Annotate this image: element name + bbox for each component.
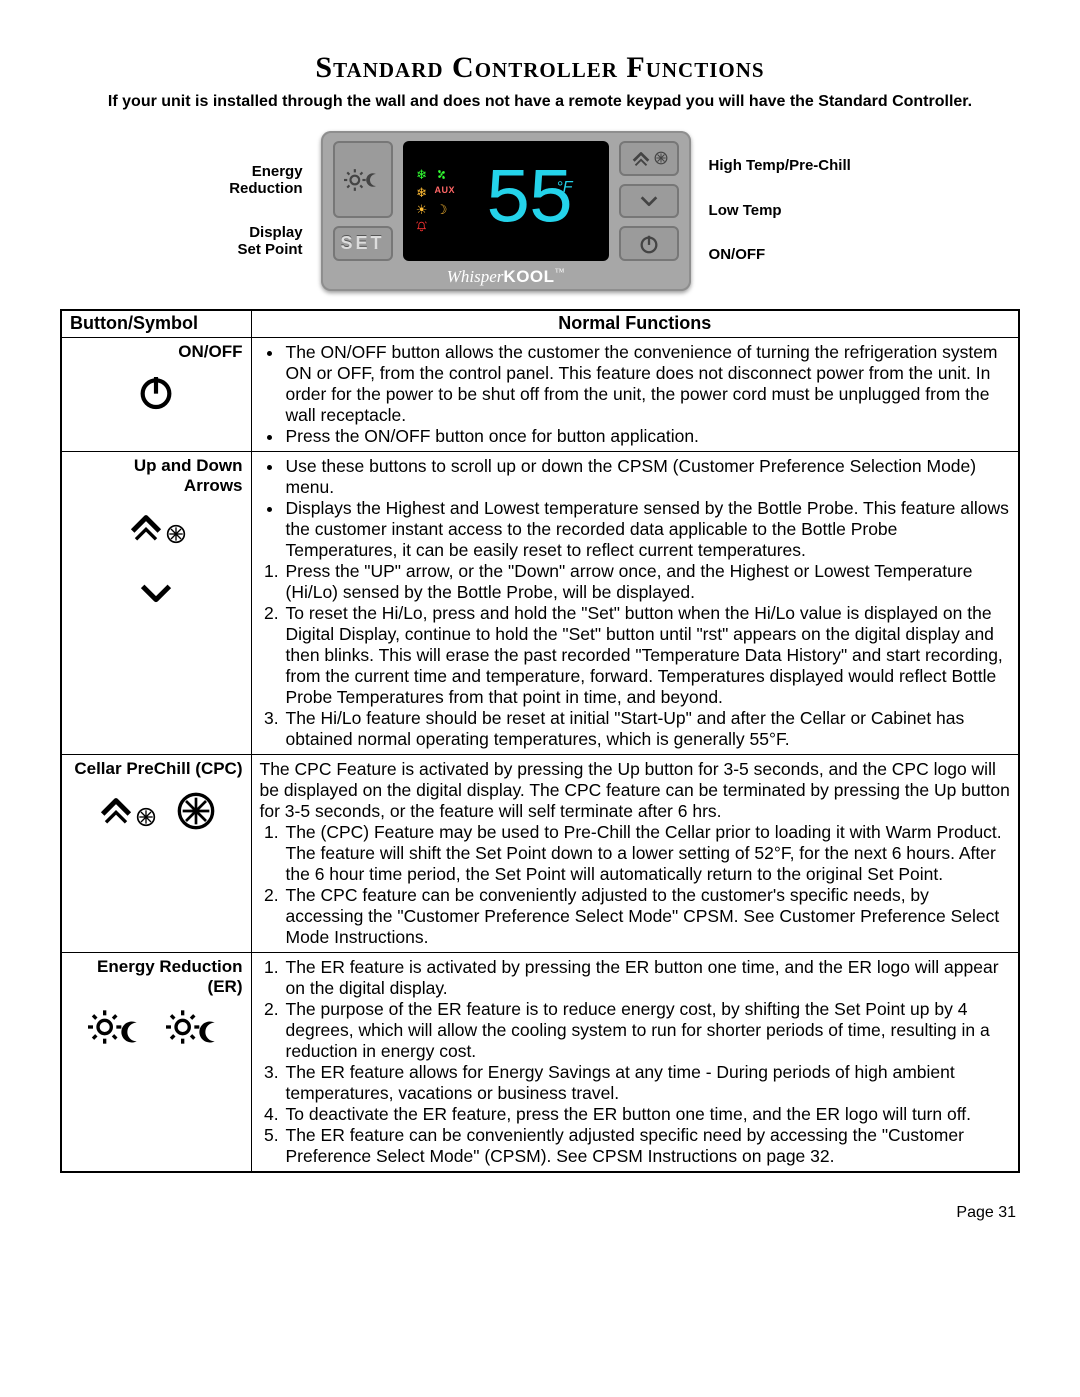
list-item: The (CPC) Feature may be used to Pre-Chi…: [284, 822, 1011, 885]
snow-icon: [654, 151, 668, 165]
chevron-down-icon: [136, 573, 176, 613]
brand-label: WhisperKOOL™: [333, 267, 679, 287]
list-item: The ER feature allows for Energy Savings…: [284, 1062, 1011, 1104]
page-title: Standard Controller Functions: [60, 50, 1020, 86]
set-button[interactable]: SET: [333, 226, 393, 261]
row-paragraph: The CPC Feature is activated by pressing…: [260, 759, 1011, 822]
list-item: To deactivate the ER feature, press the …: [284, 1104, 1011, 1125]
list-item: Use these buttons to scroll up or down t…: [284, 456, 1011, 498]
list-item: The ER feature is activated by pressing …: [284, 957, 1011, 999]
functions-table: Button/Symbol Normal Functions ON/OFF Th…: [60, 309, 1020, 1173]
er-button[interactable]: [333, 141, 393, 218]
fan-icon: [435, 168, 449, 181]
table-row: Cellar PreChill (CPC) The CPC Feature is…: [61, 754, 1019, 952]
list-item: Displays the Highest and Lowest temperat…: [284, 498, 1011, 561]
intro-text: If your unit is installed through the wa…: [60, 92, 1020, 111]
chevron-up-icon: [126, 505, 186, 553]
indicator-grid: ❄ ❄ AUX ☀ ☽: [415, 168, 449, 234]
moon-icon: ☽: [435, 203, 449, 216]
moon-icon: [196, 1018, 224, 1046]
page-number: Page 31: [60, 1203, 1020, 1222]
row-title-cpc: Cellar PreChill (CPC): [70, 759, 243, 779]
alarm-icon: [415, 220, 429, 233]
controller-screen: ❄ ❄ AUX ☀ ☽ 55 °F: [403, 141, 609, 261]
snow-icon: ❄: [415, 186, 429, 199]
sun-moon-bold-icon: [166, 1006, 224, 1054]
sun-icon: ☀: [415, 203, 429, 216]
table-row: Up and DownArrows Use these buttons to s…: [61, 451, 1019, 754]
figure-labels-right: High Temp/Pre-Chill Low Temp ON/OFF: [709, 158, 851, 264]
snow-icon: ❄: [415, 168, 429, 181]
list-item: The Hi/Lo feature should be reset at ini…: [284, 708, 1011, 750]
moon-icon: [364, 171, 382, 189]
list-item: The purpose of the ER feature is to redu…: [284, 999, 1011, 1062]
power-icon: [136, 372, 176, 412]
table-row: Energy Reduction(ER) The ER feature is a…: [61, 952, 1019, 1172]
chevron-down-icon: [638, 190, 660, 212]
list-item: The ER feature can be conveniently adjus…: [284, 1125, 1011, 1167]
list-item: Press the ON/OFF button once for button …: [284, 426, 1011, 447]
label-low-temp: Low Temp: [709, 203, 851, 220]
label-high-temp: High Temp/Pre-Chill: [709, 158, 851, 175]
label-display-setpoint: DisplaySet Point: [229, 225, 302, 258]
col-header-symbol: Button/Symbol: [61, 310, 251, 337]
label-energy-reduction: EnergyReduction: [229, 164, 302, 197]
temperature-readout: 55 °F: [459, 162, 597, 240]
figure-labels-left: EnergyReduction DisplaySet Point: [229, 164, 302, 258]
sun-moon-icon: [88, 1006, 146, 1054]
label-onoff: ON/OFF: [709, 247, 851, 264]
unit-label: °F: [556, 180, 572, 196]
chevron-up-icon: [630, 147, 652, 169]
chevron-up-icon: [96, 787, 156, 835]
moon-icon: [118, 1018, 146, 1046]
snow-icon: [136, 807, 156, 827]
controller-panel: SET ❄ ❄ AUX ☀ ☽ 55: [321, 131, 691, 291]
power-icon: [638, 233, 660, 255]
col-header-functions: Normal Functions: [251, 310, 1019, 337]
list-item: Press the "UP" arrow, or the "Down" arro…: [284, 561, 1011, 603]
row-title-er: Energy Reduction(ER): [70, 957, 243, 998]
row-title-onoff: ON/OFF: [70, 342, 243, 362]
row-title-arrows: Up and DownArrows: [70, 456, 243, 497]
down-button[interactable]: [619, 184, 679, 219]
table-row: ON/OFF The ON/OFF button allows the cust…: [61, 337, 1019, 451]
list-item: The CPC feature can be conveniently adju…: [284, 885, 1011, 948]
snow-badge-icon: [176, 791, 216, 831]
snow-icon: [166, 524, 186, 544]
controller-figure: EnergyReduction DisplaySet Point SET ❄ ❄…: [60, 131, 1020, 291]
list-item: To reset the Hi/Lo, press and hold the "…: [284, 603, 1011, 708]
power-button[interactable]: [619, 226, 679, 261]
up-button[interactable]: [619, 141, 679, 176]
list-item: The ON/OFF button allows the customer th…: [284, 342, 1011, 426]
aux-indicator: AUX: [435, 186, 449, 199]
